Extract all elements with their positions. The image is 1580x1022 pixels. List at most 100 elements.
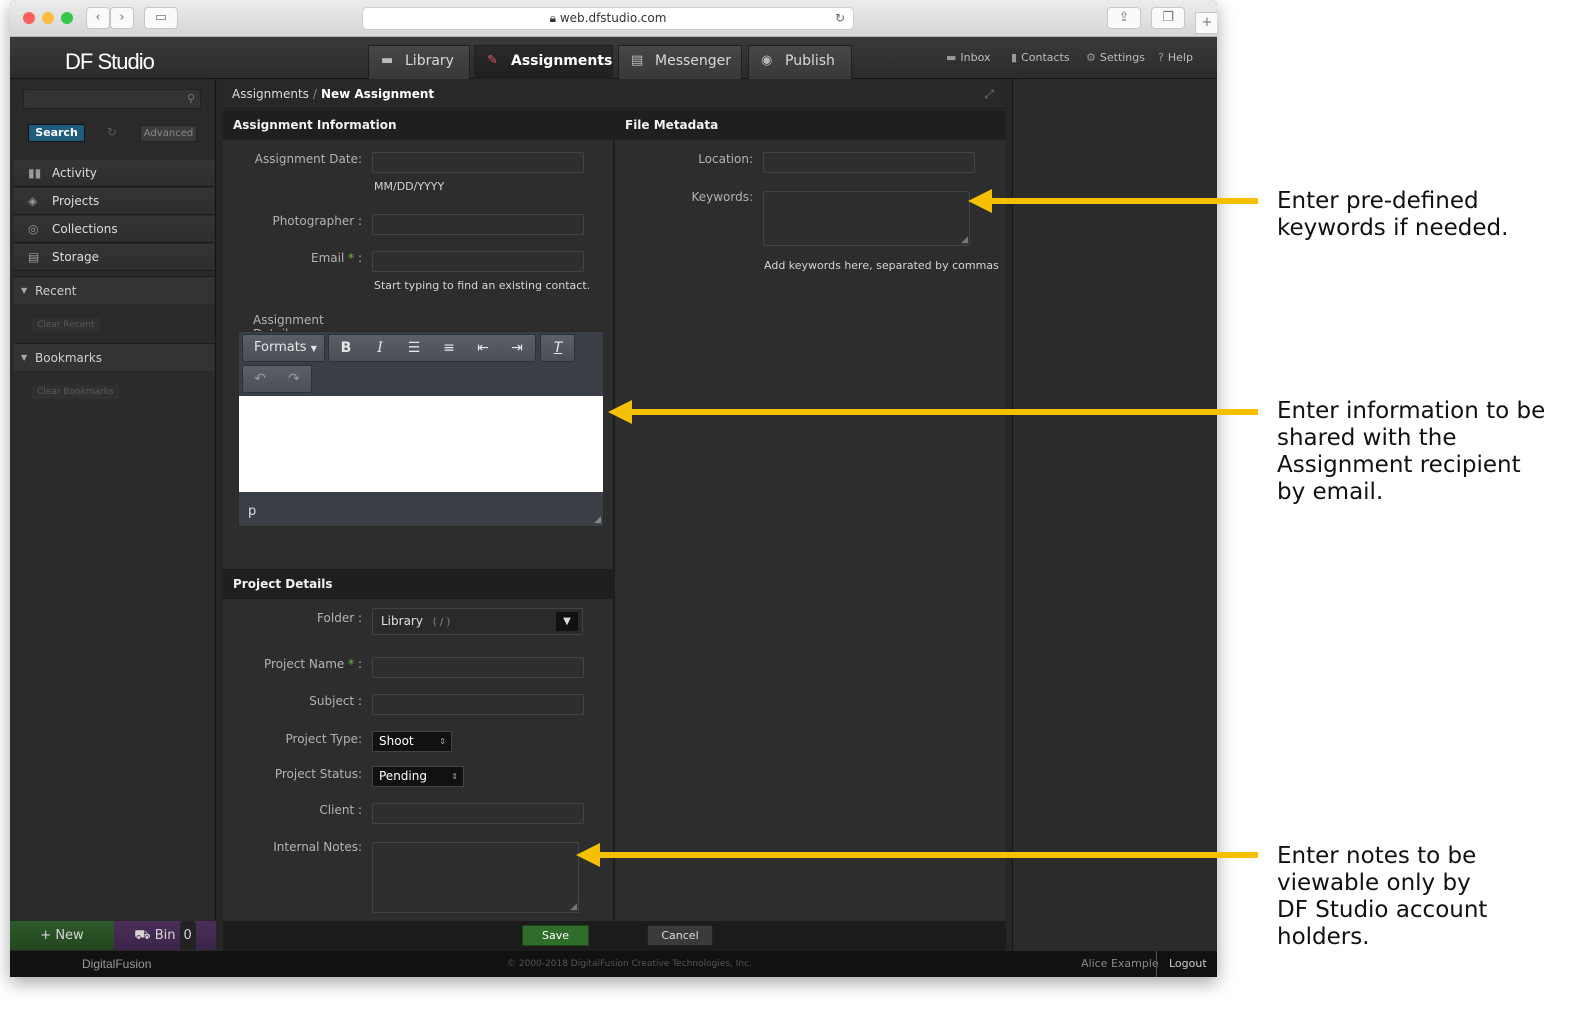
folder-select[interactable]: Library ( / ) ▼ [372, 608, 583, 635]
history-toolbar: ↶ ↷ [242, 365, 312, 393]
breadcrumb-assignments[interactable]: Assignments [232, 87, 309, 101]
recent-label: Recent [35, 284, 77, 298]
assignments-icon: ✎ [487, 53, 498, 68]
tab-assignments[interactable]: ✎ Assignments [474, 45, 613, 79]
assignment-date-label: Assignment Date: [254, 152, 362, 166]
email-label-text: Email [311, 251, 345, 265]
help-label: Help [1167, 51, 1193, 64]
numbered-list-icon[interactable]: ≡ [432, 335, 466, 361]
breadcrumb-current: New Assignment [320, 87, 435, 101]
resize-handle-icon[interactable]: ◢ [594, 515, 601, 525]
formats-dropdown[interactable]: Formats ▼ [242, 334, 325, 362]
zoom-window-icon[interactable] [61, 12, 73, 24]
save-button[interactable]: Save [522, 925, 589, 946]
folder-value: Library [381, 614, 423, 628]
reset-search-icon[interactable]: ↻ [107, 125, 117, 139]
indent-icon[interactable]: ⇥ [500, 335, 534, 361]
project-type-value: Shoot [379, 734, 414, 748]
redo-icon[interactable]: ↷ [277, 366, 311, 392]
bin-button[interactable]: ⛟ Bin 0 [114, 921, 216, 950]
sidebar-search-input[interactable]: ⚲ [23, 89, 201, 109]
editor-content-area[interactable] [239, 396, 603, 492]
sidebar-item-label: Storage [52, 250, 99, 264]
help-link[interactable]: ? Help [1158, 51, 1193, 64]
updown-icon: ⇕ [439, 737, 446, 746]
project-name-label-text: Project Name [264, 657, 345, 671]
clear-formatting-icon[interactable]: T [541, 335, 575, 361]
library-icon: ▬ [381, 53, 394, 68]
search-icon: ⚲ [186, 92, 195, 105]
italic-icon[interactable]: I [363, 335, 397, 361]
location-field[interactable] [763, 152, 975, 173]
bold-icon[interactable]: B [329, 335, 363, 361]
resize-handle-icon[interactable]: ◢ [570, 902, 577, 912]
sidebar-item-label: Collections [52, 222, 118, 236]
undo-icon[interactable]: ↶ [243, 366, 277, 392]
bullet-list-icon[interactable]: ☰ [397, 335, 431, 361]
email-field[interactable] [372, 251, 584, 272]
annotation-arrow-notes [598, 852, 1258, 858]
sidebar-toggle-icon[interactable]: ▭ [144, 7, 178, 29]
expand-icon[interactable]: ⤢ [984, 79, 994, 109]
tab-library[interactable]: ▬ Library [368, 45, 470, 79]
arrowhead-icon [576, 843, 600, 867]
sidebar-item-storage[interactable]: ▤ Storage [14, 244, 214, 271]
search-button[interactable]: Search [28, 124, 85, 142]
photographer-field[interactable] [372, 214, 584, 235]
assignment-date-field[interactable] [372, 152, 584, 173]
publish-icon: ◉ [761, 53, 773, 68]
reload-icon[interactable]: ↻ [835, 8, 845, 29]
inbox-link[interactable]: ▬ Inbox [946, 51, 991, 64]
tab-publish-label: Publish [785, 53, 835, 69]
subject-field[interactable] [372, 694, 584, 715]
minimize-window-icon[interactable] [42, 12, 54, 24]
project-status-value: Pending [379, 769, 427, 783]
logout-link[interactable]: Logout [1156, 951, 1207, 977]
keywords-field[interactable]: ◢ [763, 191, 970, 246]
project-name-field[interactable] [372, 657, 584, 678]
breadcrumb: Assignments / New Assignment ⤢ [223, 79, 1006, 109]
bin-count: 0 [179, 921, 196, 950]
sidebar-item-collections[interactable]: ◎ Collections [14, 216, 214, 243]
advanced-search-button[interactable]: Advanced [140, 125, 197, 142]
sidebar-section-recent[interactable]: ▼ Recent [14, 276, 214, 304]
new-label: New [55, 928, 84, 943]
required-mark: * [348, 251, 355, 265]
form-action-bar: Save Cancel [223, 921, 1006, 951]
share-icon[interactable]: ⇪ [1107, 7, 1141, 29]
annotation-keywords: Enter pre-defined keywords if needed. [1277, 188, 1509, 241]
close-window-icon[interactable] [23, 12, 35, 24]
main-panel: Assignments / New Assignment ⤢ Assignment … [223, 79, 1006, 951]
project-type-select[interactable]: Shoot ⇕ [372, 731, 452, 752]
photographer-label: Photographer : [272, 214, 362, 228]
cancel-button[interactable]: Cancel [647, 925, 713, 946]
sidebar-item-activity[interactable]: ▮▮ Activity [14, 160, 214, 187]
resize-handle-icon[interactable]: ◢ [961, 235, 968, 245]
client-field[interactable] [372, 803, 584, 824]
tab-publish[interactable]: ◉ Publish [748, 45, 852, 79]
new-button[interactable]: + New [10, 921, 114, 950]
outdent-icon[interactable]: ⇤ [466, 335, 500, 361]
new-tab-icon[interactable]: + [1195, 12, 1217, 34]
user-name[interactable]: Alice Example [1081, 951, 1159, 977]
clear-recent-button[interactable]: Clear Recent [31, 317, 101, 333]
date-format-hint: MM/DD/YYYY [374, 180, 445, 193]
project-status-select[interactable]: Pending ⇕ [372, 766, 464, 787]
sidebar-section-bookmarks[interactable]: ▼ Bookmarks [14, 343, 214, 371]
back-icon[interactable]: ‹ [86, 7, 110, 29]
formats-text: Formats [254, 340, 307, 355]
tab-messenger[interactable]: ▤ Messenger [618, 45, 742, 79]
clear-bookmarks-button[interactable]: Clear Bookmarks [31, 384, 120, 400]
folder-path: ( / ) [432, 617, 451, 628]
settings-link[interactable]: ⚙ Settings [1086, 51, 1145, 64]
internal-notes-label: Internal Notes: [273, 840, 362, 854]
forward-icon[interactable]: › [110, 7, 134, 29]
sidebar-item-projects[interactable]: ◈ Projects [14, 188, 214, 215]
tabs-overview-icon[interactable]: ❐ [1151, 7, 1185, 29]
address-bar[interactable]: 🔒︎ web.dfstudio.com ↻ [362, 7, 854, 30]
contacts-link[interactable]: ▮ Contacts [1011, 51, 1070, 64]
internal-notes-field[interactable]: ◢ [372, 842, 579, 913]
browser-window: ‹ › ▭ 🔒︎ web.dfstudio.com ↻ ⇪ ❐ + DF Stu… [10, 0, 1217, 977]
copyright-text: © 2000-2018 DigitalFusion Creative Techn… [507, 959, 752, 969]
formats-label: Formats ▼ [244, 335, 323, 361]
